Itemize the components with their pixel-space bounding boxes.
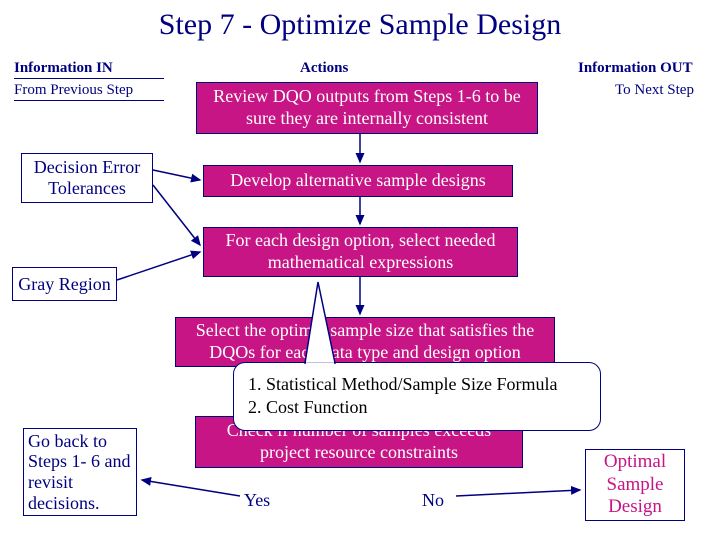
action-develop-alt: Develop alternative sample designs [203,165,513,197]
action-review-dqo: Review DQO outputs from Steps 1-6 to be … [196,82,538,134]
header-info-out: Information OUT [578,60,693,77]
divider [14,78,164,79]
decision-yes: Yes [244,490,270,511]
output-optimal-sample-design: Optimal Sample Design [585,449,685,521]
decision-no: No [422,490,444,511]
action-select-expr: For each design option, select needed ma… [203,227,518,277]
divider [14,100,164,101]
slide-title: Step 7 - Optimize Sample Design [0,8,720,42]
subheader-to-next: To Next Step [615,82,694,99]
callout-methods: 1. Statistical Method/Sample Size Formul… [233,362,601,431]
header-info-in: Information IN [14,60,113,77]
input-gray-region: Gray Region [12,267,117,301]
input-decision-error-tolerances: Decision Error Tolerances [21,153,153,203]
callout-line-2: 2. Cost Function [248,396,586,419]
header-actions: Actions [300,60,348,77]
subheader-from-prev: From Previous Step [14,82,133,99]
callout-line-1: 1. Statistical Method/Sample Size Formul… [248,373,586,396]
input-go-back: Go back to Steps 1- 6 and revisit decisi… [23,428,137,516]
action-optimal-size: Select the optimal sample size that sati… [175,317,555,367]
